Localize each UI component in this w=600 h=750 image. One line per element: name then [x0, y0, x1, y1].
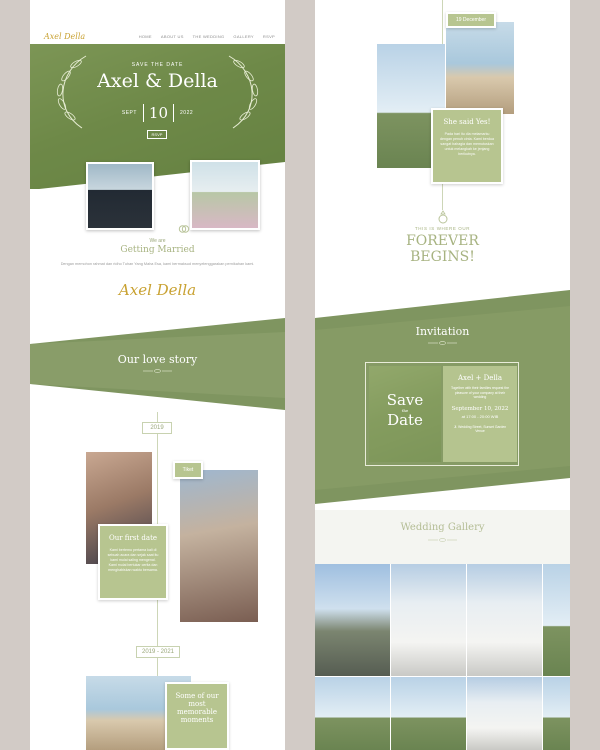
hero-couple-names: Axel & Della — [97, 70, 218, 92]
nav-menu: HOME ABOUT US THE WEDDING GALLERY RSVP — [139, 34, 275, 39]
bride-portrait — [190, 160, 260, 230]
hero-rsvp-button[interactable]: RSVP — [147, 130, 167, 139]
memorable-moments-card: Some of our most memorable moments — [165, 682, 229, 750]
ticket-tag: Tiket — [173, 461, 203, 479]
forever-kicker: THIS IS WHERE OUR — [414, 226, 471, 231]
married-body: Dengan memohon rahmat dan ridho Tuhan Ya… — [60, 262, 255, 266]
gallery-photo-6[interactable] — [391, 677, 466, 750]
gallery-photo-7[interactable] — [467, 677, 542, 750]
ornament-divider-icon — [428, 341, 457, 345]
date-tag: 19 December — [446, 12, 496, 28]
memorable-moments-title: Some of our most memorable moments — [175, 692, 219, 724]
married-title: Getting Married — [120, 245, 195, 255]
said-yes-card: She said Yes! Pada hari itu dia melamark… — [431, 108, 503, 184]
gallery-photo-8[interactable] — [543, 677, 570, 750]
hero-date-day: 10 — [142, 104, 175, 122]
rings-icon — [178, 225, 190, 233]
said-yes-body: Pada hari itu dia melamarku dengan penuh… — [440, 132, 494, 156]
nav-item-about[interactable]: ABOUT US — [161, 34, 184, 39]
story-photo-couple — [180, 470, 258, 622]
gallery-title: Wedding Gallery — [400, 522, 485, 533]
groom-photo — [88, 164, 152, 228]
hero-date-year: 2022 — [180, 110, 194, 116]
nav-item-gallery[interactable]: GALLERY — [233, 34, 253, 39]
top-navigation: Axel Della HOME ABOUT US THE WEDDING GAL… — [30, 30, 285, 44]
bride-photo — [192, 162, 258, 228]
timeline-year-2019-2021: 2019 - 2021 — [136, 646, 180, 658]
homepage-preview-left: Axel Della HOME ABOUT US THE WEDDING GAL… — [30, 0, 285, 750]
gallery-photo-2[interactable] — [391, 564, 466, 676]
hero-kicker: SAVE THE DATE — [131, 62, 184, 68]
invitation-when: September 10, 2022 — [451, 405, 509, 412]
timeline-year-2019: 2019 — [142, 422, 172, 434]
gallery-photo-4[interactable] — [543, 564, 570, 676]
nav-item-home[interactable]: HOME — [139, 34, 152, 39]
save-word: Save — [386, 391, 424, 409]
invitation-card: Save the Date Axel + Della Together with… — [365, 362, 519, 466]
invitation-intro: Together with their families request the… — [450, 386, 510, 399]
gallery-photo-3[interactable] — [467, 564, 542, 676]
invitation-details: Axel + Della Together with their familie… — [443, 366, 517, 462]
gallery-photo-5[interactable] — [315, 677, 390, 750]
forever-line-2: BEGINS! — [410, 249, 475, 265]
invitation-names: Axel + Della — [457, 374, 503, 382]
invitation-time: at 17:00 - 20:00 WIB — [461, 413, 499, 419]
gallery-photo-1[interactable] — [315, 564, 390, 676]
said-yes-title: She said Yes! — [443, 118, 491, 126]
married-kicker: We are — [149, 238, 166, 244]
homepage-preview-right: 19 December She said Yes! Pada hari itu … — [315, 0, 570, 750]
nav-logo[interactable]: Axel Della — [44, 32, 85, 41]
couple-signature: Axel Della — [118, 281, 197, 299]
nav-item-rsvp[interactable]: RSVP — [263, 34, 275, 39]
save-the-date-block: Save the Date — [374, 393, 436, 428]
proposal-photo-right — [446, 22, 514, 114]
nav-item-wedding[interactable]: THE WEDDING — [193, 34, 225, 39]
forever-line-1: FOREVER — [406, 233, 479, 249]
invitation-title: Invitation — [415, 325, 470, 338]
date-word: Date — [387, 411, 423, 429]
love-story-title: Our love story — [117, 353, 198, 366]
first-date-card: Our first date Kami bertemu pertama kali… — [98, 524, 168, 600]
ornament-divider-icon — [143, 369, 172, 373]
groom-portrait — [86, 162, 154, 230]
ornament-divider-icon — [428, 538, 457, 542]
hero-date-month: SEPT — [121, 110, 137, 116]
ring-icon — [438, 210, 448, 224]
first-date-title: Our first date — [108, 534, 158, 542]
hero-date: SEPT 10 2022 — [30, 104, 285, 122]
invitation-venue: Jl. Wedding Street, Sunset Garden Venue — [453, 424, 507, 434]
first-date-body: Kami bertemu pertama kali di sebuah acar… — [107, 548, 159, 572]
